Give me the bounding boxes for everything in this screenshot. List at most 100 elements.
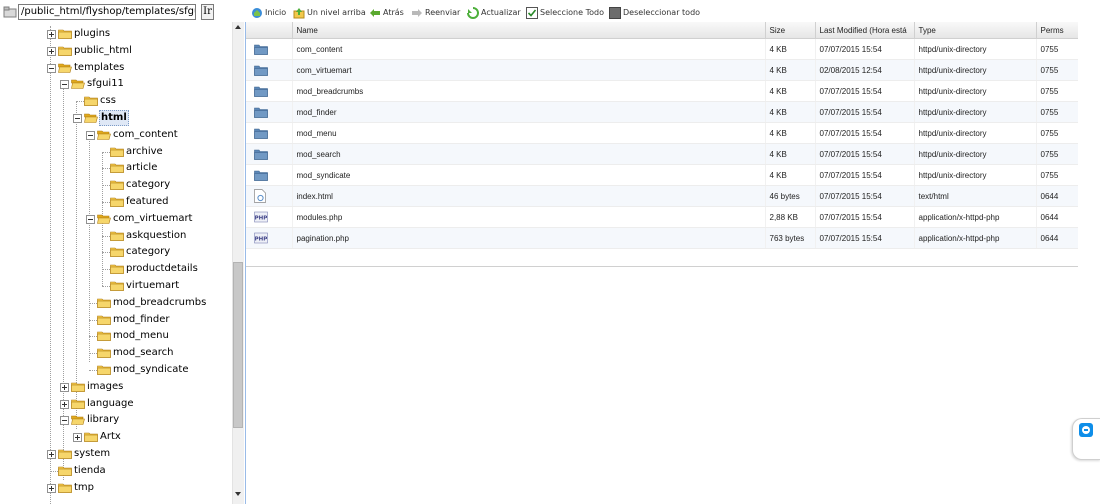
column-header-type[interactable]: Type (914, 22, 1037, 39)
cell-name: mod_menu (292, 122, 766, 144)
back-button[interactable]: Atrás (369, 4, 407, 22)
column-header-icon[interactable] (246, 22, 293, 39)
tree-node-label: templates (74, 61, 125, 73)
folder-icon (71, 382, 85, 392)
cell-type: httpd/unix-directory (914, 101, 1037, 123)
expand-plus-icon[interactable] (47, 46, 56, 56)
teamviewer-tab[interactable] (1072, 418, 1100, 460)
tree-node-label: mod_breadcrumbs (113, 296, 207, 308)
up-one-level-button[interactable]: Un nivel arriba (293, 4, 366, 22)
path-input[interactable]: /public_html/flyshop/templates/sfgui11/h (18, 4, 196, 20)
file-icon-cell[interactable] (246, 164, 293, 186)
folder-icon (110, 197, 124, 207)
expand-plus-icon[interactable] (47, 450, 56, 459)
tree-node-label: archive (126, 145, 163, 157)
expand-plus-icon[interactable] (60, 399, 69, 409)
cell-perms: 0755 (1036, 122, 1079, 144)
cell-modified: 02/08/2015 12:54 (815, 59, 915, 81)
folder-icon (254, 86, 268, 97)
table-row[interactable]: PHP pagination.php 763 bytes 07/07/2015 15:… (246, 227, 1079, 249)
table-row[interactable]: com_content 4 KB 07/07/2015 15:54 httpd/uni… (246, 38, 1079, 60)
folder-icon (110, 164, 124, 174)
table-row[interactable]: mod_breadcrumbs 4 KB 07/07/2015 15:54 httpd… (246, 80, 1079, 102)
file-icon-cell[interactable] (246, 59, 293, 81)
file-icon-cell[interactable]: PHP (246, 227, 293, 249)
folder-open-icon (58, 63, 72, 73)
tree-guide-line (102, 252, 110, 254)
collapse-minus-icon[interactable] (60, 416, 69, 426)
column-header-modified[interactable]: Last Modified (Hora está (815, 22, 915, 39)
select-all-button[interactable]: Seleccione Todo (526, 4, 606, 22)
file-icon-cell[interactable]: PHP (246, 206, 293, 228)
table-row[interactable]: PHP modules.php 2,88 KB 07/07/2015 15:54 app… (246, 206, 1079, 228)
table-row[interactable]: mod_search 4 KB 07/07/2015 15:54 httpd/unix… (246, 143, 1079, 165)
tree-guide-line (50, 470, 58, 472)
table-row[interactable]: index.html 46 bytes 07/07/2015 15:54 text/h… (246, 185, 1079, 207)
tree-guide-line (102, 185, 110, 187)
table-row[interactable]: com_virtuemart 4 KB 02/08/2015 12:54 httpd/… (246, 59, 1079, 81)
table-row[interactable]: mod_syndicate 4 KB 07/07/2015 15:54 httpd/u… (246, 164, 1079, 186)
file-icon-cell[interactable] (246, 143, 293, 165)
home-icon (252, 8, 262, 18)
collapse-minus-icon[interactable] (60, 80, 69, 90)
tree-scrollbar[interactable] (232, 22, 244, 504)
tree-node-label: com_content (113, 128, 178, 140)
file-icon-cell[interactable] (246, 185, 293, 207)
tree-node-label: library (87, 414, 120, 426)
collapse-minus-icon[interactable] (73, 114, 82, 123)
table-row[interactable]: mod_finder 4 KB 07/07/2015 15:54 httpd/unix… (246, 101, 1079, 123)
column-header-name[interactable]: Name (292, 22, 766, 39)
scroll-up-arrow-icon[interactable] (235, 25, 241, 29)
deselect-all-button[interactable]: Deseleccionar todo (609, 4, 700, 22)
cell-perms: 0755 (1036, 101, 1079, 123)
cell-modified: 07/07/2015 15:54 (815, 227, 915, 249)
home-button[interactable]: Inicio (251, 4, 291, 22)
php-file-icon: PHP (254, 232, 268, 244)
file-icon-cell[interactable] (246, 101, 293, 123)
folder-icon (254, 149, 268, 160)
folder-icon (58, 466, 72, 476)
html-file-icon (254, 189, 266, 203)
expand-plus-icon[interactable] (47, 30, 56, 39)
folder-icon (110, 281, 124, 291)
refresh-icon (467, 7, 479, 19)
tree-node-label: article (126, 162, 158, 174)
tree-node-label: public_html (74, 44, 132, 56)
collapse-minus-icon[interactable] (86, 130, 95, 140)
folder-tree: plugins public_html templates sfgui11 css htm… (0, 26, 232, 504)
column-header-perms[interactable]: Perms (1036, 22, 1079, 39)
tree-guide-line (89, 134, 90, 362)
tree-node-label: html (99, 110, 129, 126)
column-header-size[interactable]: Size (765, 22, 816, 39)
table-bottom-border (246, 266, 1078, 267)
tree-guide-line (76, 101, 84, 103)
cell-perms: 0755 (1036, 80, 1079, 102)
cell-type: httpd/unix-directory (914, 122, 1037, 144)
expand-plus-icon[interactable] (47, 483, 56, 493)
scrollbar-thumb[interactable] (233, 262, 243, 428)
scroll-down-arrow-icon[interactable] (235, 492, 241, 496)
expand-plus-icon[interactable] (73, 433, 82, 443)
cell-name: mod_finder (292, 101, 766, 123)
cell-modified: 07/07/2015 15:54 (815, 80, 915, 102)
file-icon-cell[interactable] (246, 122, 293, 144)
tree-guide-line (89, 353, 97, 355)
expand-plus-icon[interactable] (60, 382, 69, 392)
collapse-minus-icon[interactable] (86, 214, 95, 224)
folder-icon (97, 348, 111, 358)
folder-open-icon (97, 130, 111, 140)
table-header-row: Name Size Last Modified (Hora está Type … (246, 22, 1079, 39)
cell-name: com_virtuemart (292, 59, 766, 81)
cell-perms: 0755 (1036, 59, 1079, 81)
table-row[interactable]: mod_menu 4 KB 07/07/2015 15:54 httpd/unix-d… (246, 122, 1079, 144)
path-go-button[interactable]: Ir (201, 4, 214, 20)
tree-node-label: featured (126, 196, 169, 207)
file-icon-cell[interactable] (246, 80, 293, 102)
folder-icon (110, 231, 124, 241)
refresh-button[interactable]: Actualizar (467, 4, 523, 22)
collapse-minus-icon[interactable] (47, 63, 56, 73)
cell-size: 4 KB (765, 164, 816, 186)
file-icon-cell[interactable] (246, 38, 293, 60)
tree-node-label: images (87, 380, 124, 392)
forward-button[interactable]: Reenviar (411, 4, 463, 22)
